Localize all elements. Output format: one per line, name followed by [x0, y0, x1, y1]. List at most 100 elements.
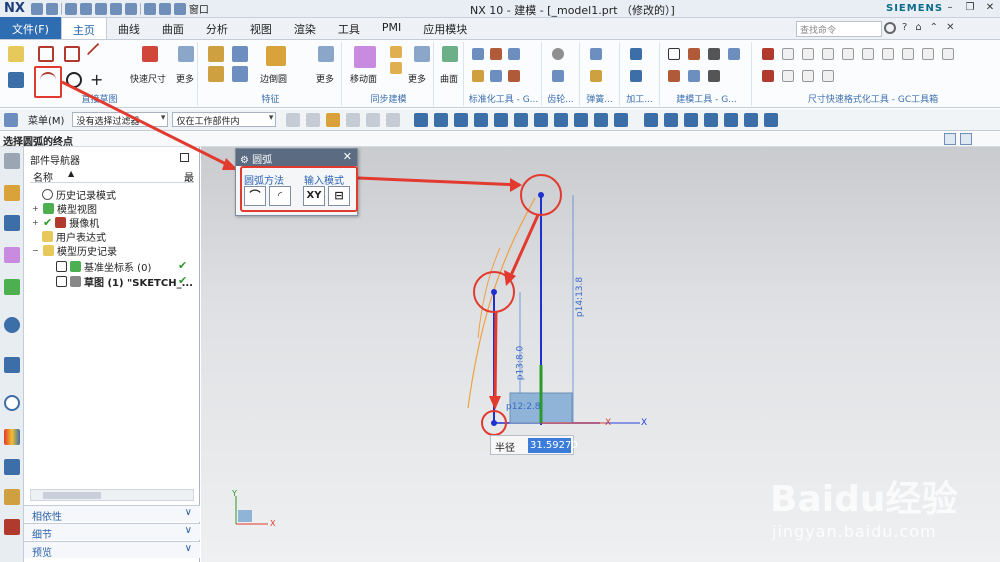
sort-icon[interactable]: ▲ [68, 169, 74, 178]
selection-icon[interactable] [346, 112, 361, 127]
fit-icon[interactable] [960, 133, 972, 145]
panel-preview[interactable]: 预览 ∨ [24, 541, 200, 559]
window-icon[interactable] [173, 2, 186, 15]
constraint-navigator-icon[interactable] [4, 247, 20, 263]
more-icon[interactable] [414, 46, 430, 62]
tab-curve[interactable]: 曲线 [107, 17, 151, 39]
maximize-icon[interactable] [180, 153, 189, 162]
tree-row[interactable]: 草图 (1) "SKETCH_... [56, 274, 193, 289]
tool-icon[interactable] [708, 48, 720, 60]
more-icon[interactable] [318, 46, 334, 62]
tool-icon[interactable] [472, 48, 484, 60]
selection-icon[interactable] [366, 112, 381, 127]
copy-icon[interactable] [109, 2, 122, 15]
window-menu[interactable]: 窗口 [189, 1, 209, 16]
tab-applications[interactable]: 应用模块 [412, 17, 478, 39]
circle-icon[interactable] [66, 72, 82, 88]
snap-icon[interactable] [594, 112, 609, 127]
tolerance-icon[interactable] [862, 48, 874, 60]
tolerance-icon[interactable] [782, 48, 794, 60]
gear-icon[interactable] [4, 153, 20, 169]
expand-icon[interactable]: + [32, 204, 40, 213]
tool-icon[interactable] [708, 70, 720, 82]
menu-icon[interactable] [4, 112, 18, 127]
view-icon[interactable] [764, 112, 779, 127]
tree-row[interactable]: 用户表达式 [42, 229, 106, 244]
hole-icon[interactable] [208, 66, 224, 82]
tool-icon[interactable] [490, 70, 502, 82]
tolerance-icon[interactable] [802, 70, 814, 82]
panel-dependencies[interactable]: 相依性 ∨ [24, 505, 200, 523]
undo-icon[interactable] [64, 2, 77, 15]
web-browser-icon[interactable] [4, 317, 20, 333]
tolerance-icon[interactable] [822, 48, 834, 60]
finish-sketch-icon[interactable] [8, 72, 24, 88]
dimension-label[interactable]: p12:2.8 [506, 402, 541, 412]
role-icon[interactable] [4, 489, 20, 505]
more-button[interactable]: 更多 [176, 72, 194, 85]
dimension-label[interactable]: p13:8.0 [515, 346, 525, 381]
tab-surface[interactable]: 曲面 [151, 17, 195, 39]
move-face-button[interactable]: 移动面 [350, 72, 377, 85]
checkbox-icon[interactable] [56, 275, 67, 287]
dimension-icon[interactable] [762, 48, 774, 60]
help-icon[interactable]: ? [902, 22, 907, 33]
scroll-thumb[interactable] [43, 492, 101, 499]
reuse-library-icon[interactable] [4, 279, 20, 295]
subtract-icon[interactable] [232, 66, 248, 82]
horizontal-scrollbar[interactable] [30, 489, 194, 501]
tab-file[interactable]: 文件(F) [0, 17, 61, 39]
tree-row[interactable]: + ✔ 摄像机 [32, 215, 99, 230]
tree-row[interactable]: + 模型视图 [32, 201, 97, 216]
snap-icon[interactable] [434, 112, 449, 127]
selection-icon[interactable] [326, 112, 341, 127]
close-icon[interactable]: ✕ [984, 2, 996, 14]
snap-icon[interactable] [614, 112, 629, 127]
gear-icon[interactable] [552, 70, 564, 82]
more-button[interactable]: 更多 [408, 72, 426, 85]
dimension-label[interactable]: p14:13.8 [575, 277, 585, 317]
triangle-icon[interactable] [668, 48, 680, 60]
tolerance-icon[interactable] [882, 48, 894, 60]
gear-icon[interactable]: ⚙ [240, 155, 249, 166]
tolerance-icon[interactable] [782, 70, 794, 82]
tool-icon[interactable] [508, 48, 520, 60]
scope-select[interactable]: 仅在工作部件内 [172, 112, 277, 127]
chevron-up-icon[interactable]: ⌃ [930, 22, 938, 33]
point-icon[interactable]: + [90, 72, 106, 88]
surface-button[interactable]: 曲面 [440, 72, 458, 85]
extrude-icon[interactable] [208, 46, 224, 62]
snap-icon[interactable] [574, 112, 589, 127]
tolerance-icon[interactable] [902, 48, 914, 60]
column-name[interactable]: 名称 [33, 169, 53, 184]
view-icon[interactable] [744, 112, 759, 127]
selection-icon[interactable] [286, 112, 301, 127]
checkbox-icon[interactable] [56, 260, 67, 272]
tab-tools[interactable]: 工具 [327, 17, 371, 39]
panel-details[interactable]: 细节 ∨ [24, 523, 200, 541]
surface-icon[interactable] [442, 46, 458, 62]
save-all-icon[interactable] [45, 2, 58, 15]
save-icon[interactable] [30, 2, 43, 15]
view-icon[interactable] [664, 112, 679, 127]
snap-icon[interactable] [454, 112, 469, 127]
move-face-icon[interactable] [354, 46, 376, 68]
touch-mode-icon[interactable] [158, 2, 171, 15]
tool-icon[interactable] [728, 48, 740, 60]
part-navigator-icon[interactable] [4, 185, 20, 201]
tab-pmi[interactable]: PMI [371, 17, 412, 39]
view-icon[interactable] [724, 112, 739, 127]
close-icon[interactable]: ✕ [343, 150, 352, 163]
tree-row[interactable]: 基准坐标系 (0) [56, 259, 151, 274]
edge-blend-icon[interactable] [266, 46, 286, 66]
radius-value-field[interactable]: 31.59270 [528, 438, 578, 453]
view-icon[interactable] [644, 112, 659, 127]
tool-icon[interactable] [490, 48, 502, 60]
radius-input-box[interactable]: 半径 31.59270 [490, 435, 578, 455]
tab-analysis[interactable]: 分析 [195, 17, 239, 39]
tree-row[interactable]: 历史记录模式 [42, 187, 116, 202]
tree-row[interactable]: − 模型历史记录 [32, 243, 117, 258]
repeat-command-icon[interactable] [143, 2, 156, 15]
column-latest[interactable]: 最 [184, 169, 194, 184]
replace-face-icon[interactable] [390, 62, 402, 74]
